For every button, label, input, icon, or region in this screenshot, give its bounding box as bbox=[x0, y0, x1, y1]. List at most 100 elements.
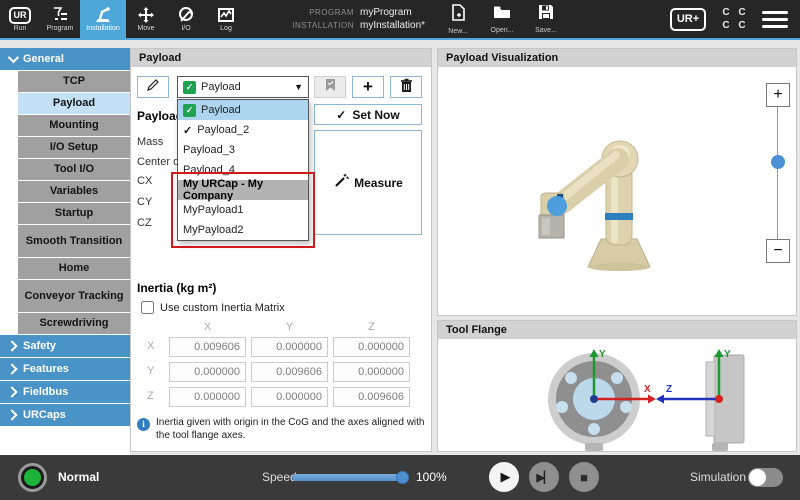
matrix-row-header-y: Y bbox=[147, 365, 161, 377]
inertia-cell-xx[interactable]: 0.009606 bbox=[169, 337, 246, 357]
option-label: MyPayload1 bbox=[183, 204, 244, 216]
tab-program[interactable]: Program bbox=[40, 0, 80, 38]
option-label: Payload bbox=[201, 104, 241, 116]
sidebar-item-smooth-transition[interactable]: Smooth Transition bbox=[18, 225, 130, 257]
section-features-label: Features bbox=[23, 363, 69, 375]
mass-field-label: Mass bbox=[137, 136, 163, 148]
program-label: PROGRAM bbox=[276, 8, 354, 17]
tab-installation[interactable]: Installation bbox=[80, 0, 126, 38]
group-header-label: My URCap - My Company bbox=[183, 178, 303, 202]
inertia-cell-xz[interactable]: 0.000000 bbox=[333, 337, 410, 357]
chevron-right-icon bbox=[6, 386, 17, 397]
zoom-in-button[interactable]: + bbox=[766, 83, 790, 107]
tab-move[interactable]: Move bbox=[126, 0, 166, 38]
cx-label: CX bbox=[137, 175, 152, 187]
payload-select-dropdown[interactable]: ✓ Payload ▼ bbox=[177, 76, 309, 98]
hamburger-menu-icon[interactable] bbox=[762, 11, 788, 28]
sidebar-item-tcp[interactable]: TCP bbox=[18, 71, 130, 92]
zoom-slider-track[interactable] bbox=[777, 107, 778, 239]
sidebar-item-payload[interactable]: Payload bbox=[18, 93, 130, 114]
play-button[interactable]: ▶ bbox=[489, 462, 519, 492]
dropdown-option-mypayload1[interactable]: MyPayload1 bbox=[178, 200, 308, 220]
dropdown-option-payload-4[interactable]: Payload_4 bbox=[178, 160, 308, 180]
cy-label: CY bbox=[137, 196, 152, 208]
inertia-note-text: Inertia given with origin in the CoG and… bbox=[156, 417, 429, 442]
sidebar-item-conveyor-tracking[interactable]: Conveyor Tracking bbox=[18, 280, 130, 312]
dropdown-option-mypayload2[interactable]: MyPayload2 bbox=[178, 220, 308, 240]
sidebar-section-safety[interactable]: Safety bbox=[0, 335, 130, 357]
measure-button[interactable]: Measure bbox=[314, 130, 422, 235]
inertia-cell-yx[interactable]: 0.000000 bbox=[169, 362, 246, 382]
sidebar-item-home[interactable]: Home bbox=[18, 258, 130, 279]
inertia-note: i Inertia given with origin in the CoG a… bbox=[137, 417, 429, 442]
robot-arm-visualization[interactable] bbox=[438, 67, 796, 316]
bookmark-payload-button[interactable] bbox=[314, 76, 346, 98]
status-text: Normal bbox=[58, 470, 99, 484]
front-x-axis-label: X bbox=[644, 384, 651, 395]
dropdown-option-payload-3[interactable]: Payload_3 bbox=[178, 140, 308, 160]
sidebar-section-fieldbus[interactable]: Fieldbus bbox=[0, 381, 130, 403]
stop-button[interactable]: ■ bbox=[569, 462, 599, 492]
cz-label: CZ bbox=[137, 217, 152, 229]
sidebar-section-urcaps[interactable]: URCaps bbox=[0, 404, 130, 426]
new-file-icon bbox=[451, 4, 466, 26]
tab-io[interactable]: I/O bbox=[166, 0, 206, 38]
sidebar-item-startup[interactable]: Startup bbox=[18, 203, 130, 224]
open-button[interactable]: Open... bbox=[483, 5, 521, 34]
set-now-button[interactable]: ✓ Set Now bbox=[314, 104, 422, 125]
matrix-col-header-z: Z bbox=[333, 321, 410, 333]
speed-slider-handle[interactable] bbox=[396, 471, 409, 484]
info-icon: i bbox=[137, 418, 150, 431]
zoom-out-button[interactable]: − bbox=[766, 239, 790, 263]
sidebar-section-features[interactable]: Features bbox=[0, 358, 130, 380]
check-icon: ✓ bbox=[183, 124, 192, 137]
inertia-cell-yz[interactable]: 0.000000 bbox=[333, 362, 410, 382]
rename-payload-button[interactable] bbox=[137, 76, 169, 98]
installation-robot-icon bbox=[93, 6, 113, 24]
step-button[interactable]: ▶▏ bbox=[529, 462, 559, 492]
sidebar-item-variables[interactable]: Variables bbox=[18, 181, 130, 202]
zoom-slider-handle[interactable] bbox=[771, 155, 785, 169]
visualization-header: Payload Visualization bbox=[438, 49, 796, 67]
dropdown-option-payload-2[interactable]: ✓ Payload_2 bbox=[178, 120, 308, 140]
tool-flange-panel: Tool Flange Y X Y bbox=[437, 320, 797, 452]
new-button[interactable]: New... bbox=[439, 4, 477, 35]
tab-run[interactable]: UR Run bbox=[0, 0, 40, 38]
urplus-logo[interactable]: UR+ bbox=[670, 8, 706, 31]
green-check-icon: ✓ bbox=[183, 104, 196, 117]
footer-bar: Normal Speed 100% ▶ ▶▏ ■ Simulation bbox=[0, 455, 800, 500]
sidebar-item-tool-io[interactable]: Tool I/O bbox=[18, 159, 130, 180]
tab-log[interactable]: Log bbox=[206, 0, 246, 38]
dropdown-option-payload[interactable]: ✓ Payload bbox=[178, 100, 308, 120]
inertia-cell-zy[interactable]: 0.000000 bbox=[251, 387, 328, 407]
program-name: myProgram bbox=[360, 7, 412, 18]
save-button[interactable]: Save... bbox=[527, 4, 565, 34]
pencil-icon bbox=[146, 78, 160, 96]
payload-panel: Payload ✓ Payload ▼ + Payload Mass Cente… bbox=[130, 48, 432, 452]
matrix-col-header-x: X bbox=[169, 321, 246, 333]
speed-slider-track[interactable] bbox=[292, 474, 404, 481]
use-custom-inertia-checkbox[interactable] bbox=[141, 301, 154, 314]
section-safety-label: Safety bbox=[23, 340, 56, 352]
sidebar-item-mounting[interactable]: Mounting bbox=[18, 115, 130, 136]
trash-icon bbox=[400, 78, 413, 97]
move-arrows-icon bbox=[136, 6, 156, 24]
inertia-checkbox-label: Use custom Inertia Matrix bbox=[160, 302, 285, 314]
robot-status-indicator[interactable] bbox=[18, 463, 47, 492]
delete-payload-button[interactable] bbox=[390, 76, 422, 98]
payload-visualization-panel: Payload Visualization + bbox=[437, 48, 797, 316]
inertia-cell-xy[interactable]: 0.000000 bbox=[251, 337, 328, 357]
inertia-cell-yy[interactable]: 0.009606 bbox=[251, 362, 328, 382]
sidebar-item-screwdriving[interactable]: Screwdriving bbox=[18, 313, 130, 334]
simulation-toggle[interactable] bbox=[748, 468, 783, 487]
add-payload-button[interactable]: + bbox=[352, 76, 384, 98]
speed-value: 100% bbox=[416, 470, 447, 484]
sidebar-item-io-setup[interactable]: I/O Setup bbox=[18, 137, 130, 158]
account-initials[interactable]: C C C C bbox=[720, 7, 748, 32]
inertia-cell-zx[interactable]: 0.000000 bbox=[169, 387, 246, 407]
payload-panel-title: Payload bbox=[139, 52, 181, 64]
center-of-gravity-label: Center of bbox=[137, 156, 182, 168]
sidebar-section-general[interactable]: General bbox=[0, 48, 130, 70]
tab-move-label: Move bbox=[137, 25, 154, 32]
inertia-cell-zz[interactable]: 0.009606 bbox=[333, 387, 410, 407]
